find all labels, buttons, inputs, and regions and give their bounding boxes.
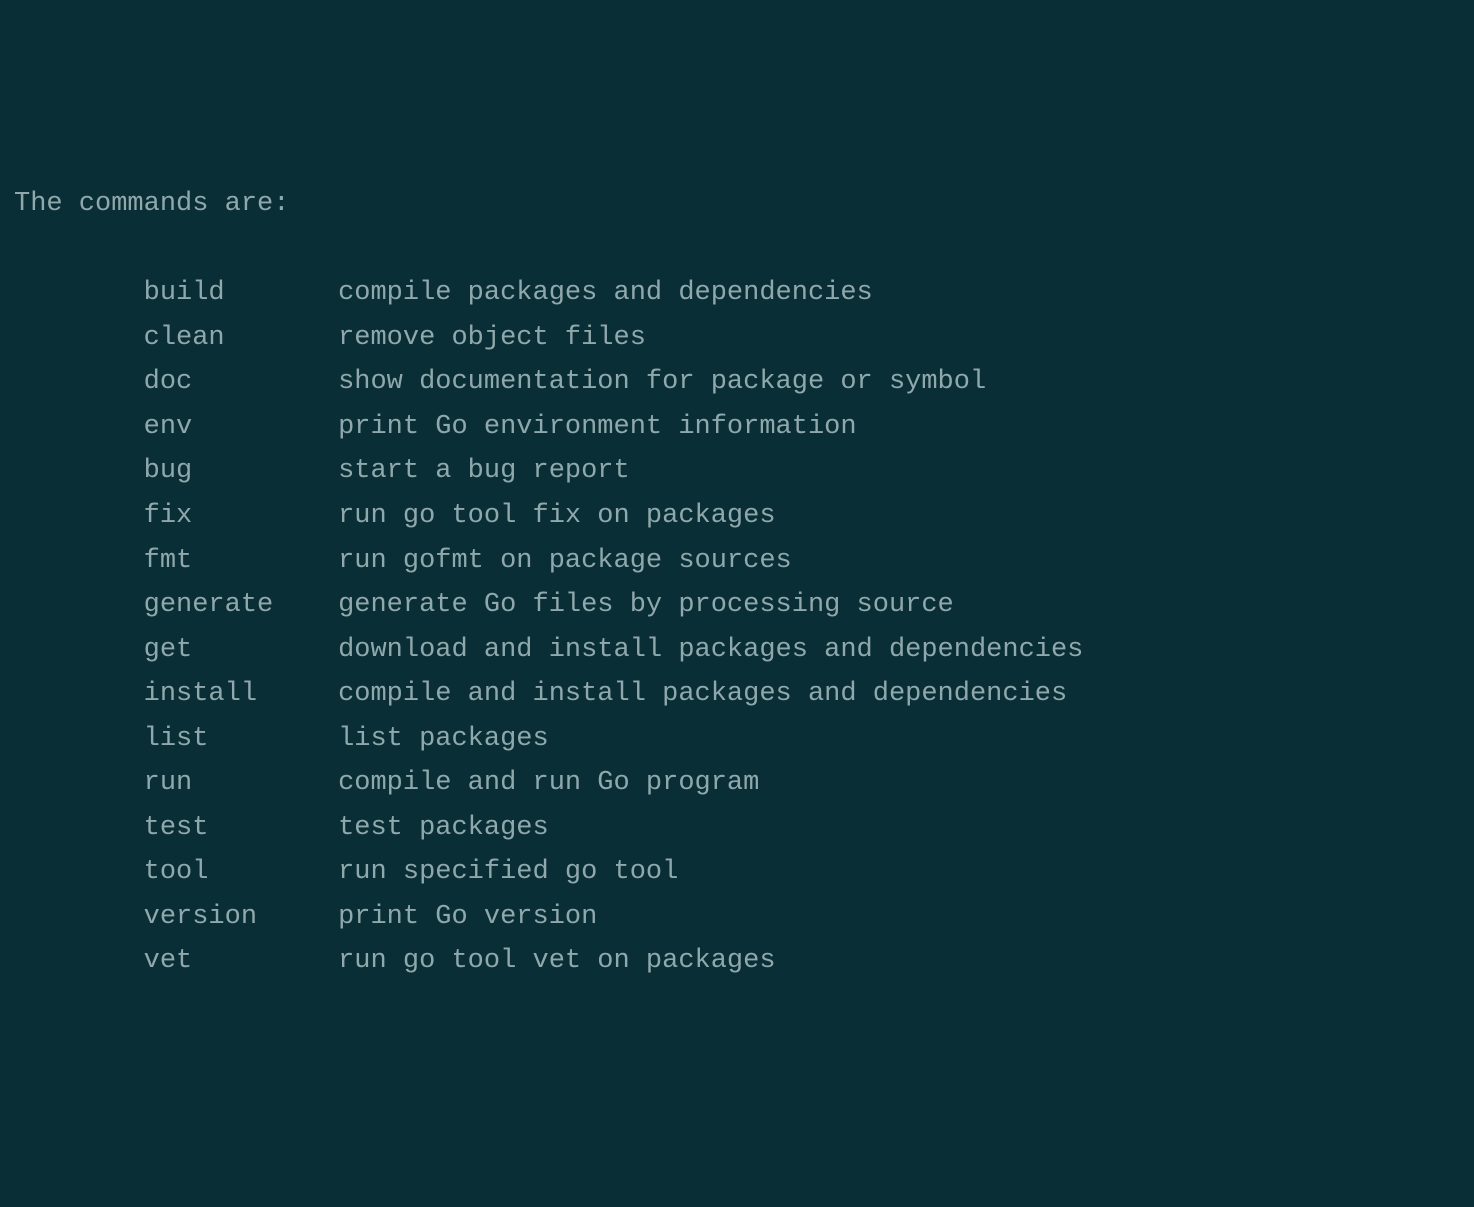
command-desc: run specified go tool <box>338 857 678 887</box>
command-desc: print Go environment information <box>338 412 856 442</box>
command-desc: start a bug report <box>338 456 630 486</box>
command-row: build compile packages and dependencies <box>14 271 1460 316</box>
command-name: build <box>144 278 338 308</box>
command-desc: test packages <box>338 813 549 843</box>
command-row: generate generate Go files by processing… <box>14 583 1460 628</box>
command-row: vet run go tool vet on packages <box>14 939 1460 984</box>
command-name: fmt <box>144 546 338 576</box>
command-row: clean remove object files <box>14 316 1460 361</box>
command-list: build compile packages and dependencies … <box>14 271 1460 984</box>
command-name: vet <box>144 946 338 976</box>
command-desc: compile packages and dependencies <box>338 278 873 308</box>
command-desc: download and install packages and depend… <box>338 635 1083 665</box>
command-name: run <box>144 768 338 798</box>
command-desc: run go tool fix on packages <box>338 501 775 531</box>
command-desc: generate Go files by processing source <box>338 590 954 620</box>
command-name: version <box>144 902 338 932</box>
command-row: fix run go tool fix on packages <box>14 494 1460 539</box>
command-name: test <box>144 813 338 843</box>
command-desc: run go tool vet on packages <box>338 946 775 976</box>
command-row: bug start a bug report <box>14 449 1460 494</box>
command-row: fmt run gofmt on package sources <box>14 539 1460 584</box>
command-desc: remove object files <box>338 323 646 353</box>
command-desc: run gofmt on package sources <box>338 546 792 576</box>
command-row: install compile and install packages and… <box>14 672 1460 717</box>
command-row: version print Go version <box>14 895 1460 940</box>
command-row: list list packages <box>14 717 1460 762</box>
command-name: bug <box>144 456 338 486</box>
command-name: clean <box>144 323 338 353</box>
command-name: env <box>144 412 338 442</box>
commands-header: The commands are: <box>14 182 1460 227</box>
command-name: install <box>144 679 338 709</box>
command-desc: show documentation for package or symbol <box>338 367 986 397</box>
command-name: get <box>144 635 338 665</box>
command-desc: compile and install packages and depende… <box>338 679 1067 709</box>
command-name: fix <box>144 501 338 531</box>
command-row: doc show documentation for package or sy… <box>14 360 1460 405</box>
command-row: run compile and run Go program <box>14 761 1460 806</box>
terminal-output: The commands are: build compile packages… <box>14 182 1460 984</box>
command-row: test test packages <box>14 806 1460 851</box>
command-desc: list packages <box>338 724 549 754</box>
command-name: generate <box>144 590 338 620</box>
command-row: env print Go environment information <box>14 405 1460 450</box>
command-row: tool run specified go tool <box>14 850 1460 895</box>
command-name: doc <box>144 367 338 397</box>
command-row: get download and install packages and de… <box>14 628 1460 673</box>
command-desc: print Go version <box>338 902 597 932</box>
command-name: tool <box>144 857 338 887</box>
command-desc: compile and run Go program <box>338 768 759 798</box>
blank-line <box>14 227 1460 272</box>
command-name: list <box>144 724 338 754</box>
